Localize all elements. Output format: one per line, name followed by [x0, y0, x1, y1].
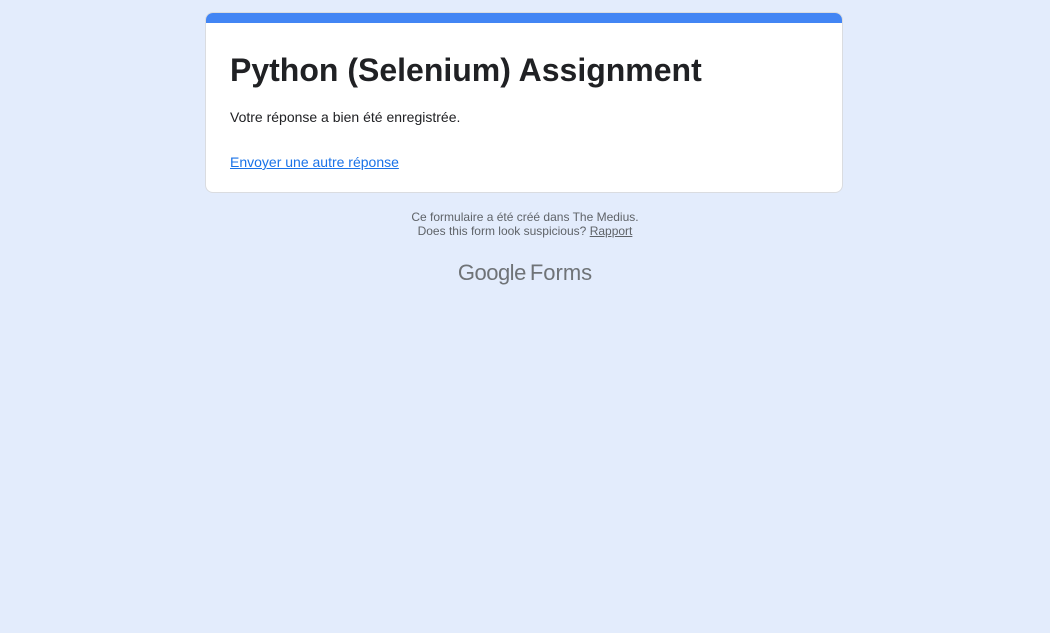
logo-forms-word: Forms: [529, 260, 593, 285]
form-footer: Ce formulaire a été créé dans The Medius…: [0, 210, 1050, 238]
submit-another-response-link[interactable]: Envoyer une autre réponse: [230, 152, 399, 172]
confirmation-message: Votre réponse a bien été enregistrée.: [230, 109, 461, 125]
suspicious-text: Does this form look suspicious?: [417, 224, 587, 238]
report-link[interactable]: Rapport: [590, 224, 633, 238]
created-by-text: Ce formulaire a été créé dans The Medius…: [411, 210, 639, 224]
suspicious-line: Does this form look suspicious? Rapport: [0, 224, 1050, 238]
form-card: Python (Selenium) Assignment Votre répon…: [205, 12, 843, 193]
google-forms-logo[interactable]: Google Forms: [0, 260, 1050, 286]
logo-google-word: Google: [457, 260, 526, 285]
card-accent-bar: [206, 13, 842, 23]
form-title: Python (Selenium) Assignment: [230, 52, 702, 88]
